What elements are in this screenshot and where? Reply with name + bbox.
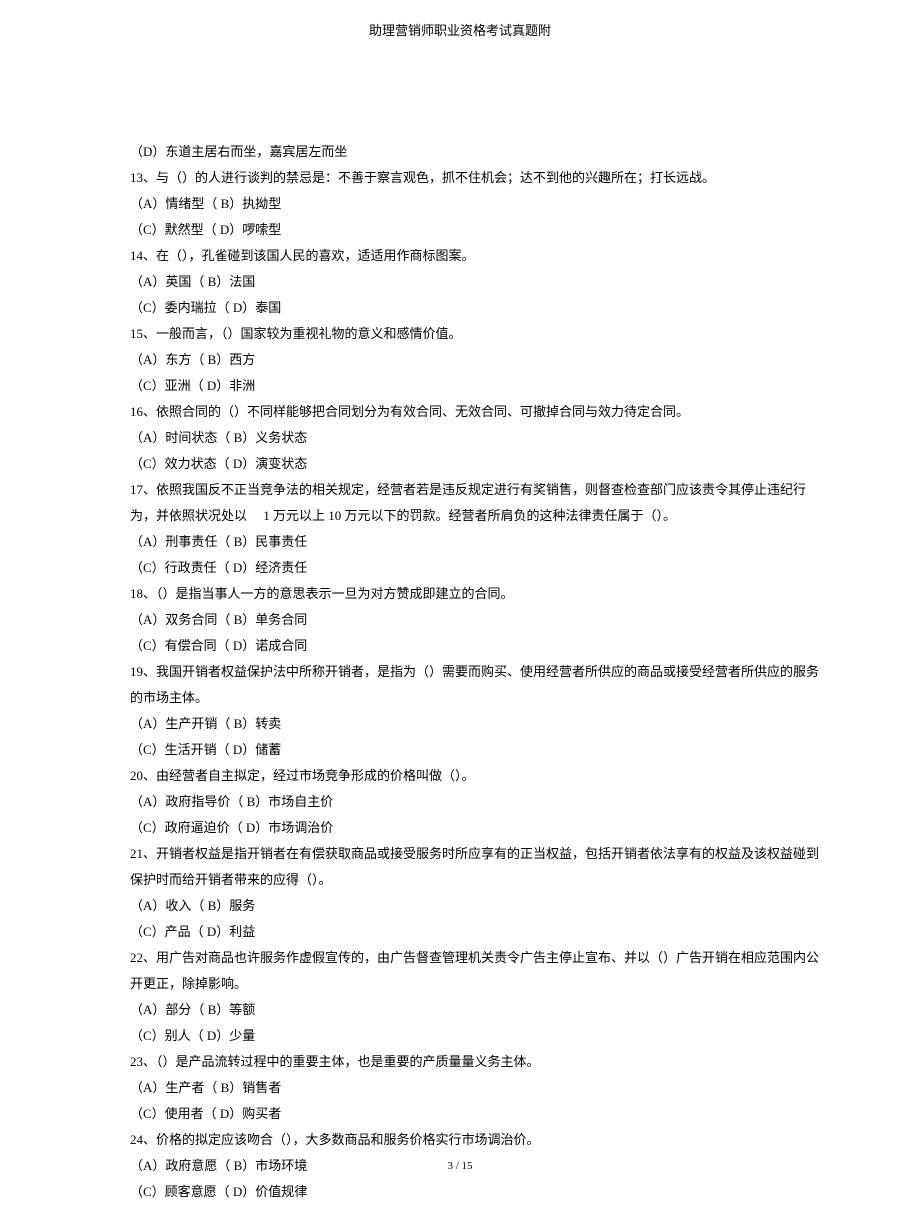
text-line: （C）有偿合同（ D）诺成合同 (130, 633, 820, 659)
text-line: 14、在（），孔雀碰到该国人民的喜欢，适适用作商标图案。 (130, 243, 820, 269)
document-body: （D）东道主居右而坐，嘉宾居左而坐 13、与（）的人进行谈判的禁忌是：不善于察言… (0, 139, 920, 1205)
text-line: 23、（）是产品流转过程中的重要主体，也是重要的产质量量义务主体。 (130, 1049, 820, 1075)
text-line: （C）生活开销（ D）储蓄 (130, 737, 820, 763)
text-line: 15、一般而言，（）国家较为重视礼物的意义和感情价值。 (130, 321, 820, 347)
text-line: （A）部分（ B）等额 (130, 997, 820, 1023)
text-line: （A）政府指导价（ B）市场自主价 (130, 789, 820, 815)
text-line: （C）亚洲（ D）非洲 (130, 373, 820, 399)
text-line: 24、价格的拟定应该吻合（），大多数商品和服务价格实行市场调治价。 (130, 1127, 820, 1153)
text-line: 17、依照我国反不正当竞争法的相关规定，经营者若是违反规定进行有奖销售，则督查检… (130, 477, 820, 529)
text-line: （A）生产者（ B）销售者 (130, 1075, 820, 1101)
text-line: （A）情绪型（ B）执拗型 (130, 191, 820, 217)
text-line: 21、开销者权益是指开销者在有偿获取商品或接受服务时所应享有的正当权益，包括开销… (130, 841, 820, 893)
text-line: 16、依照合同的（）不同样能够把合同划分为有效合同、无效合同、可撤掉合同与效力待… (130, 399, 820, 425)
text-line: （C）效力状态（ D）演变状态 (130, 451, 820, 477)
text-line: 22、用广告对商品也许服务作虚假宣传的，由广告督查管理机关责令广告主停止宣布、并… (130, 945, 820, 997)
text-line: （A）刑事责任（ B）民事责任 (130, 529, 820, 555)
text-line: （A）英国（ B）法国 (130, 269, 820, 295)
text-line: 18、（）是指当事人一方的意思表示一旦为对方赞成即建立的合同。 (130, 581, 820, 607)
text-line: 20、由经营者自主拟定，经过市场竞争形成的价格叫做（）。 (130, 763, 820, 789)
text-line: （A）双务合同（ B）单务合同 (130, 607, 820, 633)
page-footer: 3 / 15 (0, 1160, 920, 1172)
text-line: 13、与（）的人进行谈判的禁忌是：不善于察言观色，抓不住机会；达不到他的兴趣所在… (130, 165, 820, 191)
text-line: （C）别人（ D）少量 (130, 1023, 820, 1049)
text-line: （C）行政责任（ D）经济责任 (130, 555, 820, 581)
text-line: （C）顾客意愿（ D）价值规律 (130, 1179, 820, 1205)
text-line: （C）委内瑞拉（ D）泰国 (130, 295, 820, 321)
text-line: （A）东方（ B）西方 (130, 347, 820, 373)
text-line: （C）政府逼迫价（ D）市场调治价 (130, 815, 820, 841)
text-line: （A）收入（ B）服务 (130, 893, 820, 919)
text-line: （D）东道主居右而坐，嘉宾居左而坐 (130, 139, 820, 165)
text-line: （C）使用者（ D）购买者 (130, 1101, 820, 1127)
text-line: （A）生产开销（ B）转卖 (130, 711, 820, 737)
text-line: （C）默然型（ D）啰嗦型 (130, 217, 820, 243)
text-line: （C）产品（ D）利益 (130, 919, 820, 945)
page-title: 助理营销师职业资格考试真题附 (0, 0, 920, 139)
text-line: 19、我国开销者权益保护法中所称开销者，是指为（）需要而购买、使用经营者所供应的… (130, 659, 820, 711)
text-line: （A）时间状态（ B）义务状态 (130, 425, 820, 451)
